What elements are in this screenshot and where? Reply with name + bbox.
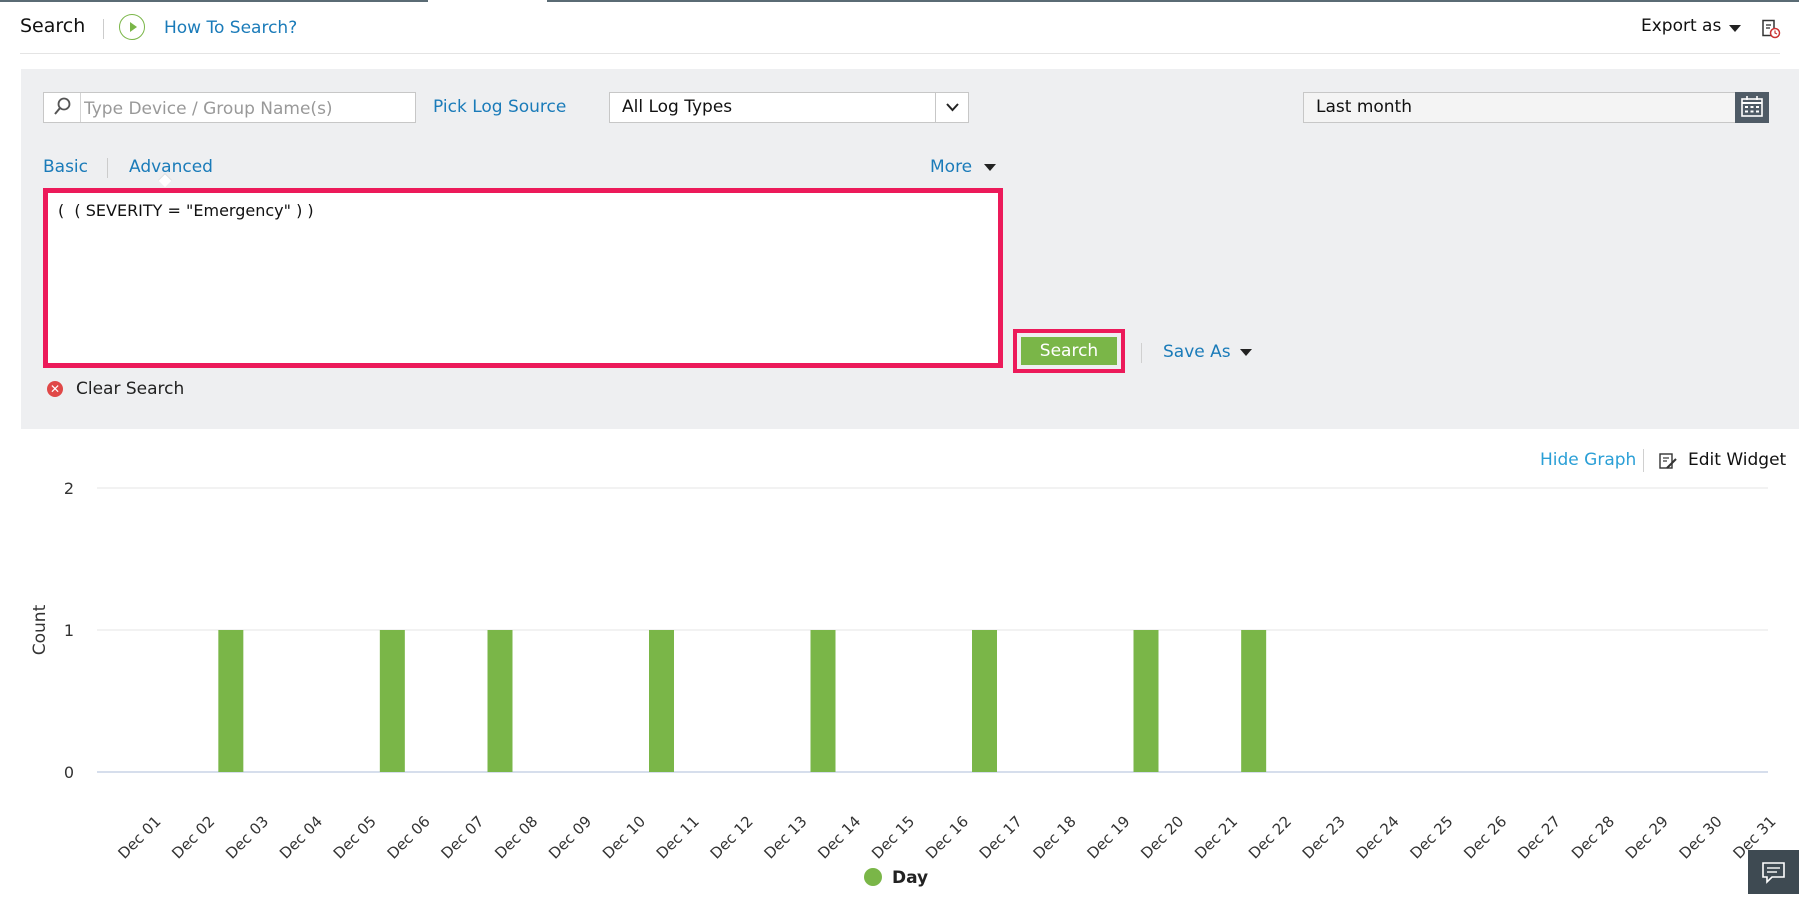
x-tick-label: Dec 30 bbox=[1676, 812, 1726, 862]
log-type-value: All Log Types bbox=[622, 97, 733, 117]
x-tick-label: Dec 04 bbox=[276, 812, 326, 862]
calendar-icon[interactable] bbox=[1735, 92, 1769, 123]
edit-widget-button[interactable]: Edit Widget bbox=[1688, 450, 1786, 470]
x-tick-label: Dec 09 bbox=[545, 812, 595, 862]
x-tick-label: Dec 13 bbox=[760, 812, 810, 862]
tab-divider bbox=[107, 158, 108, 178]
divider bbox=[1141, 343, 1142, 363]
x-tick-labels: Dec 01 Dec 02 Dec 03 Dec 04 Dec 05 Dec 06 Dec … bbox=[114, 812, 1779, 862]
play-circle-icon[interactable] bbox=[119, 14, 145, 40]
tab-advanced[interactable]: Advanced bbox=[129, 157, 213, 177]
device-group-input[interactable] bbox=[82, 94, 416, 123]
x-tick-label: Dec 02 bbox=[168, 812, 218, 862]
x-tick-label: Dec 01 bbox=[114, 812, 164, 862]
x-tick-label: Dec 16 bbox=[922, 812, 972, 862]
x-tick-label: Dec 28 bbox=[1568, 812, 1618, 862]
bar-dec-19[interactable] bbox=[1133, 630, 1159, 772]
x-tick-label: Dec 22 bbox=[1245, 812, 1295, 862]
bar-dec-13[interactable] bbox=[810, 630, 836, 772]
x-tick-label: Dec 23 bbox=[1299, 812, 1349, 862]
top-accent-segment bbox=[0, 0, 428, 2]
x-tick-label: Dec 08 bbox=[491, 812, 541, 862]
x-tick-label: Dec 29 bbox=[1622, 812, 1672, 862]
search-button[interactable]: Search bbox=[1021, 337, 1117, 365]
x-tick-label: Dec 21 bbox=[1191, 812, 1241, 862]
x-tick-label: Dec 25 bbox=[1406, 812, 1456, 862]
legend-swatch bbox=[864, 868, 882, 886]
bar-dec-07[interactable] bbox=[487, 630, 513, 772]
feedback-chat-icon[interactable] bbox=[1748, 850, 1799, 894]
bar-dec-05[interactable] bbox=[379, 630, 405, 772]
x-tick-label: Dec 15 bbox=[868, 812, 918, 862]
y-tick-label: 2 bbox=[64, 479, 74, 498]
x-tick-label: Dec 20 bbox=[1137, 812, 1187, 862]
top-accent-segment bbox=[547, 0, 1799, 2]
x-tick-label: Dec 11 bbox=[653, 812, 703, 862]
grid-lines bbox=[97, 487, 1768, 773]
time-range-value: Last month bbox=[1316, 97, 1412, 117]
y-axis-label: Count bbox=[30, 604, 50, 655]
edit-widget-icon[interactable] bbox=[1658, 451, 1678, 471]
tab-basic[interactable]: Basic bbox=[43, 157, 88, 177]
x-tick-label: Dec 26 bbox=[1460, 812, 1510, 862]
caret-down-icon[interactable] bbox=[984, 164, 996, 171]
page-title: Search bbox=[20, 15, 86, 37]
schedule-report-icon[interactable] bbox=[1761, 19, 1781, 39]
save-as-dropdown[interactable]: Save As bbox=[1163, 342, 1231, 362]
x-tick-label: Dec 19 bbox=[1083, 812, 1133, 862]
more-dropdown[interactable]: More bbox=[930, 157, 972, 177]
pick-log-source-link[interactable]: Pick Log Source bbox=[433, 97, 566, 117]
x-tick-label: Dec 06 bbox=[384, 812, 434, 862]
bars bbox=[218, 630, 1267, 772]
x-tick-label: Dec 03 bbox=[222, 812, 272, 862]
x-tick-label: Dec 17 bbox=[976, 812, 1026, 862]
how-to-search-link[interactable]: How To Search? bbox=[164, 18, 297, 38]
clear-search-link[interactable]: Clear Search bbox=[76, 379, 184, 399]
legend: Day bbox=[864, 868, 928, 888]
caret-down-icon[interactable] bbox=[1729, 25, 1741, 32]
events-bar-chart: 0 1 2 Dec 01 Dec 02 Dec 03 Dec 04 Dec 05 Dec 06… bbox=[30, 479, 1780, 888]
y-tick-label: 0 bbox=[64, 763, 74, 782]
bar-dec-21[interactable] bbox=[1241, 630, 1267, 772]
header-separator bbox=[20, 53, 1780, 54]
x-tick-label: Dec 18 bbox=[1030, 812, 1080, 862]
bar-dec-02[interactable] bbox=[218, 630, 244, 772]
bar-dec-16[interactable] bbox=[972, 630, 997, 772]
divider bbox=[1643, 449, 1644, 472]
hide-graph-link[interactable]: Hide Graph bbox=[1540, 450, 1636, 470]
x-tick-label: Dec 07 bbox=[437, 812, 487, 862]
divider bbox=[103, 19, 104, 39]
top-accent-bar bbox=[0, 0, 1799, 3]
query-text[interactable]: ( ( SEVERITY = "Emergency" ) ) bbox=[58, 201, 314, 220]
x-tick-label: Dec 27 bbox=[1514, 812, 1564, 862]
x-tick-label: Dec 10 bbox=[599, 812, 649, 862]
y-tick-labels: 0 1 2 bbox=[64, 479, 74, 782]
legend-label: Day bbox=[892, 868, 928, 888]
caret-down-icon[interactable] bbox=[1240, 349, 1252, 356]
search-icon bbox=[44, 93, 81, 122]
x-tick-label: Dec 14 bbox=[814, 812, 864, 862]
x-tick-label: Dec 05 bbox=[330, 812, 380, 862]
y-tick-label: 1 bbox=[64, 621, 74, 640]
x-tick-label: Dec 24 bbox=[1353, 812, 1403, 862]
x-tick-label: Dec 12 bbox=[707, 812, 757, 862]
export-as-dropdown[interactable]: Export as bbox=[1641, 16, 1721, 36]
clear-icon[interactable]: ✕ bbox=[47, 381, 63, 397]
chevron-down-icon[interactable] bbox=[935, 93, 968, 122]
bar-dec-10[interactable] bbox=[649, 630, 674, 772]
